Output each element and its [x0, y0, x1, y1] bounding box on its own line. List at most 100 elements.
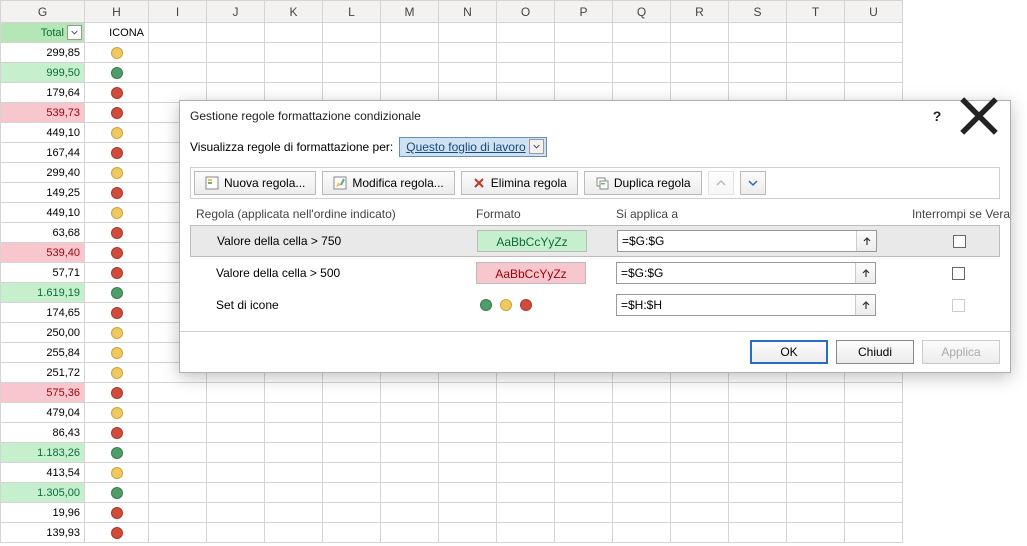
value-cell[interactable]: 449,10 — [1, 123, 85, 143]
icon-cell[interactable] — [85, 263, 149, 283]
cell[interactable] — [149, 503, 207, 523]
range-field[interactable] — [617, 295, 855, 315]
value-cell[interactable]: 139,93 — [1, 523, 85, 543]
cell[interactable] — [613, 483, 671, 503]
cell[interactable] — [265, 63, 323, 83]
cell[interactable] — [729, 483, 787, 503]
cell[interactable] — [729, 383, 787, 403]
cell[interactable] — [613, 63, 671, 83]
cell[interactable] — [671, 423, 729, 443]
range-field[interactable] — [618, 231, 856, 251]
cell[interactable] — [729, 443, 787, 463]
cell[interactable] — [149, 523, 207, 543]
cell[interactable] — [439, 523, 497, 543]
icon-cell[interactable] — [85, 343, 149, 363]
cell[interactable] — [149, 463, 207, 483]
cell[interactable] — [555, 383, 613, 403]
rule-row[interactable]: Valore della cella > 750AaBbCcYyZz — [190, 225, 1000, 257]
cell[interactable] — [671, 523, 729, 543]
col-header-R[interactable]: R — [671, 1, 729, 23]
value-cell[interactable]: 1.619,19 — [1, 283, 85, 303]
icon-cell[interactable] — [85, 43, 149, 63]
cell[interactable] — [497, 483, 555, 503]
value-cell[interactable]: 539,40 — [1, 243, 85, 263]
cell[interactable] — [787, 523, 845, 543]
cell[interactable] — [207, 23, 265, 43]
collapse-range-icon[interactable] — [855, 295, 875, 315]
cell[interactable] — [439, 463, 497, 483]
icon-cell[interactable] — [85, 443, 149, 463]
cell[interactable] — [381, 523, 439, 543]
move-down-button[interactable] — [740, 171, 766, 195]
cell[interactable] — [149, 63, 207, 83]
edit-rule-button[interactable]: Modifica regola... — [322, 171, 454, 195]
col-header-S[interactable]: S — [729, 1, 787, 23]
cell[interactable] — [555, 503, 613, 523]
cell[interactable] — [381, 463, 439, 483]
col-header-I[interactable]: I — [149, 1, 207, 23]
cell[interactable] — [323, 463, 381, 483]
cell[interactable] — [729, 503, 787, 523]
cell[interactable] — [207, 403, 265, 423]
cell[interactable] — [207, 483, 265, 503]
cell[interactable] — [265, 483, 323, 503]
cell[interactable] — [439, 383, 497, 403]
cell[interactable] — [323, 63, 381, 83]
header-total-cell[interactable]: Total — [1, 23, 85, 43]
cell[interactable] — [381, 423, 439, 443]
chevron-down-icon[interactable] — [529, 139, 544, 154]
cell[interactable] — [671, 463, 729, 483]
cell[interactable] — [555, 463, 613, 483]
cell[interactable] — [845, 463, 903, 483]
cell[interactable] — [613, 43, 671, 63]
cell[interactable] — [787, 463, 845, 483]
value-cell[interactable]: 250,00 — [1, 323, 85, 343]
icon-cell[interactable] — [85, 503, 149, 523]
icon-cell[interactable] — [85, 463, 149, 483]
cell[interactable] — [729, 43, 787, 63]
cell[interactable] — [323, 23, 381, 43]
cell[interactable] — [439, 403, 497, 423]
value-cell[interactable]: 255,84 — [1, 343, 85, 363]
cell[interactable] — [787, 43, 845, 63]
cell[interactable] — [265, 523, 323, 543]
cell[interactable] — [381, 443, 439, 463]
value-cell[interactable]: 575,36 — [1, 383, 85, 403]
cell[interactable] — [613, 423, 671, 443]
col-header-P[interactable]: P — [555, 1, 613, 23]
cell[interactable] — [845, 43, 903, 63]
cell[interactable] — [497, 503, 555, 523]
cell[interactable] — [265, 423, 323, 443]
cell[interactable] — [149, 383, 207, 403]
icon-cell[interactable] — [85, 223, 149, 243]
col-header-J[interactable]: J — [207, 1, 265, 23]
value-cell[interactable]: 179,64 — [1, 83, 85, 103]
value-cell[interactable]: 413,54 — [1, 463, 85, 483]
cell[interactable] — [845, 483, 903, 503]
cell[interactable] — [265, 403, 323, 423]
icon-cell[interactable] — [85, 483, 149, 503]
icon-cell[interactable] — [85, 303, 149, 323]
cell[interactable] — [845, 503, 903, 523]
cell[interactable] — [729, 63, 787, 83]
filter-dropdown-icon[interactable] — [67, 25, 82, 40]
cell[interactable] — [323, 403, 381, 423]
cell[interactable] — [207, 463, 265, 483]
value-cell[interactable]: 86,43 — [1, 423, 85, 443]
value-cell[interactable]: 63,68 — [1, 223, 85, 243]
value-cell[interactable]: 539,73 — [1, 103, 85, 123]
cell[interactable] — [149, 443, 207, 463]
value-cell[interactable]: 999,50 — [1, 63, 85, 83]
cell[interactable] — [497, 423, 555, 443]
cell[interactable] — [555, 63, 613, 83]
cell[interactable] — [555, 523, 613, 543]
cell[interactable] — [439, 43, 497, 63]
col-header-K[interactable]: K — [265, 1, 323, 23]
value-cell[interactable]: 167,44 — [1, 143, 85, 163]
icon-cell[interactable] — [85, 423, 149, 443]
cell[interactable] — [323, 43, 381, 63]
rule-row[interactable]: Set di icone — [190, 289, 1000, 321]
icon-cell[interactable] — [85, 403, 149, 423]
cell[interactable] — [323, 503, 381, 523]
cell[interactable] — [613, 403, 671, 423]
